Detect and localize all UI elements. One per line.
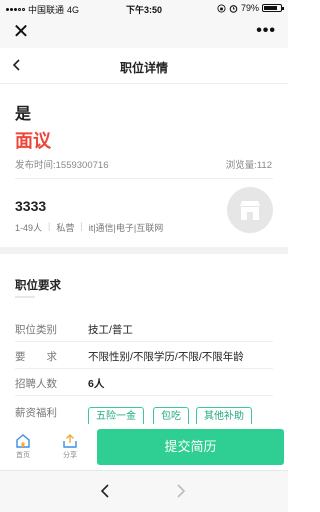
share-icon — [63, 434, 77, 448]
more-options-icon[interactable]: ••• — [256, 22, 276, 40]
share-tab-label: 分享 — [63, 452, 77, 459]
requirement-label: 要 求 — [15, 351, 57, 363]
bottom-action-bar: 首页 分享 提交简历 — [0, 424, 288, 470]
row-divider — [15, 395, 273, 396]
page-header: 职位详情 — [0, 48, 288, 84]
battery-fill — [264, 6, 277, 10]
headcount-value: 6人 — [88, 378, 105, 390]
meta-divider: | — [80, 221, 83, 231]
divider — [15, 178, 273, 179]
share-tab[interactable]: 分享 — [55, 434, 85, 460]
company-meta: 1-49人 | 私营 | it|通信|电子|互联网 — [15, 221, 163, 234]
company-logo[interactable] — [227, 187, 273, 233]
status-bar: 中国联通 4G 下午3:50 79% — [0, 0, 288, 16]
home-tab-label: 首页 — [16, 452, 30, 459]
close-icon[interactable]: ✕ — [12, 22, 30, 42]
row-divider — [15, 341, 273, 342]
page-title: 职位详情 — [119, 61, 168, 75]
view-count: 浏览量:112 — [225, 160, 272, 171]
category-label: 职位类别 — [15, 324, 57, 336]
home-tab[interactable]: 首页 — [8, 434, 38, 460]
company-industry: it|通信|电子|互联网 — [88, 223, 164, 233]
section-gap — [0, 247, 288, 254]
category-value: 技工/普工 — [88, 324, 133, 336]
status-right: 79% — [217, 3, 284, 13]
section-underline — [15, 296, 35, 298]
company-size: 1-49人 — [15, 223, 43, 233]
headcount-label: 招聘人数 — [15, 378, 57, 390]
battery-icon — [262, 4, 284, 12]
browser-nav-bar — [0, 470, 288, 512]
publish-time: 发布时间:1559300716 — [15, 160, 109, 171]
company-type: 私营 — [56, 223, 75, 233]
section-title: 职位要求 — [15, 280, 61, 292]
meta-divider: | — [48, 221, 51, 231]
salary: 面议 — [15, 131, 51, 151]
webview-toolbar: ✕ ••• — [0, 16, 288, 48]
submit-resume-button[interactable]: 提交简历 — [97, 429, 284, 465]
job-title: 是 — [15, 106, 32, 123]
lock-rotation-icon — [217, 3, 226, 13]
company-name[interactable]: 3333 — [15, 198, 46, 214]
home-icon — [16, 434, 30, 448]
row-divider — [15, 368, 273, 369]
browser-back-icon[interactable] — [98, 483, 112, 499]
benefits-label: 薪资福利 — [15, 407, 57, 419]
battery-percent: 79% — [240, 3, 259, 13]
building-icon — [240, 201, 260, 220]
alarm-icon — [229, 4, 238, 13]
browser-forward-icon[interactable] — [174, 483, 188, 499]
requirement-value: 不限性别/不限学历/不限/不限年龄 — [88, 351, 244, 363]
